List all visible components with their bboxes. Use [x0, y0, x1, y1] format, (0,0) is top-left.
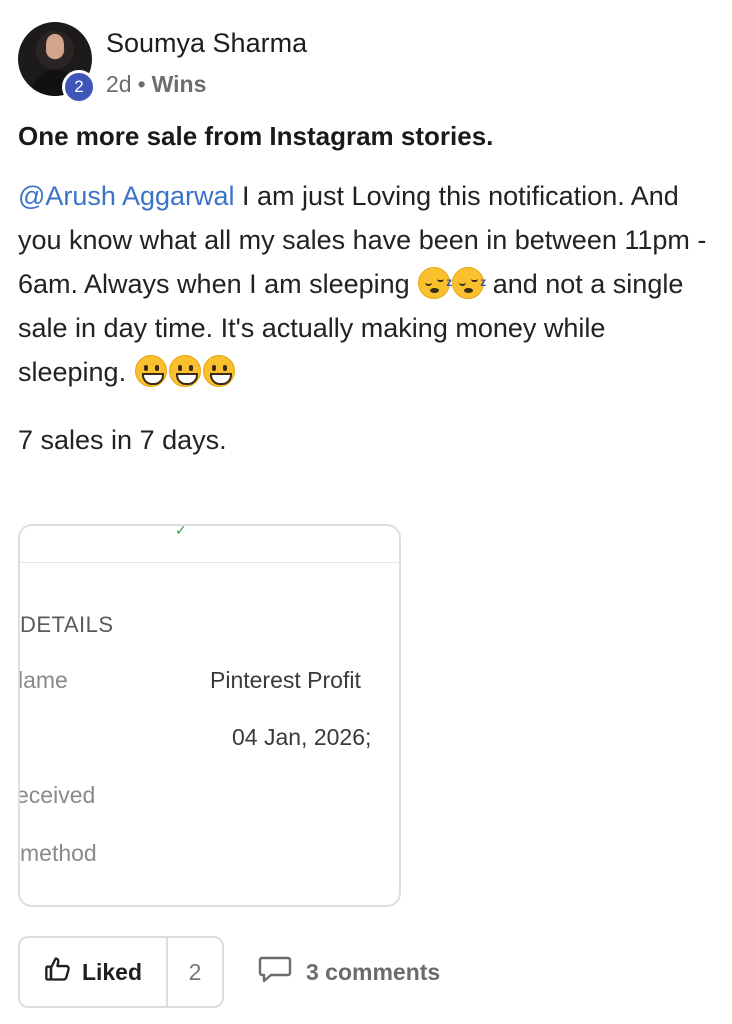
thumbs-up-icon	[44, 955, 72, 989]
grinning-face-emoji-icon	[168, 355, 201, 387]
like-group: Liked 2	[18, 936, 224, 1008]
comments-label: 3 comments	[306, 958, 441, 985]
detail-label: lame	[18, 667, 68, 693]
comment-bubble-icon	[258, 954, 292, 990]
check-mark-icon: ✓	[175, 524, 187, 538]
post-category[interactable]: Wins	[152, 71, 207, 97]
post-card: 2 Soumya Sharma 2d • Wins One more sale fr…	[0, 0, 732, 1024]
comments-button[interactable]: 3 comments	[258, 953, 440, 991]
user-mention-link[interactable]: @Arush Aggarwal	[18, 181, 235, 211]
card-divider	[20, 562, 399, 563]
author-name[interactable]: Soumya Sharma	[106, 28, 307, 59]
post-body: @Arush Aggarwal I am just Loving this no…	[18, 174, 718, 394]
grinning-face-emoji-icon	[134, 355, 167, 387]
detail-value: Pinterest Profit	[210, 667, 361, 693]
post-time: 2d	[106, 71, 132, 97]
grinning-face-emoji-icon	[202, 355, 235, 387]
detail-label: method	[20, 840, 97, 866]
post-sales-line: 7 sales in 7 days.	[18, 425, 227, 455]
author-avatar-wrap[interactable]: 2	[18, 22, 96, 104]
post-meta: 2d • Wins	[106, 71, 206, 98]
sleeping-face-emoji-icon	[452, 260, 486, 304]
details-heading: DETAILS	[20, 612, 114, 637]
detail-label: eceived	[18, 782, 96, 808]
attachment-image[interactable]: ✓ DETAILS lame Pinterest Profit 04 Jan, …	[18, 524, 401, 907]
meta-separator: •	[137, 71, 146, 97]
post-title: One more sale from Instagram stories.	[18, 121, 494, 151]
avatar-face	[46, 34, 64, 58]
level-badge: 2	[62, 70, 96, 104]
like-label: Liked	[81, 958, 143, 985]
like-button[interactable]: Liked	[20, 938, 168, 1006]
like-count[interactable]: 2	[168, 938, 222, 1006]
detail-value: 04 Jan, 2026;	[232, 724, 372, 750]
sleeping-face-emoji-icon	[418, 260, 452, 304]
